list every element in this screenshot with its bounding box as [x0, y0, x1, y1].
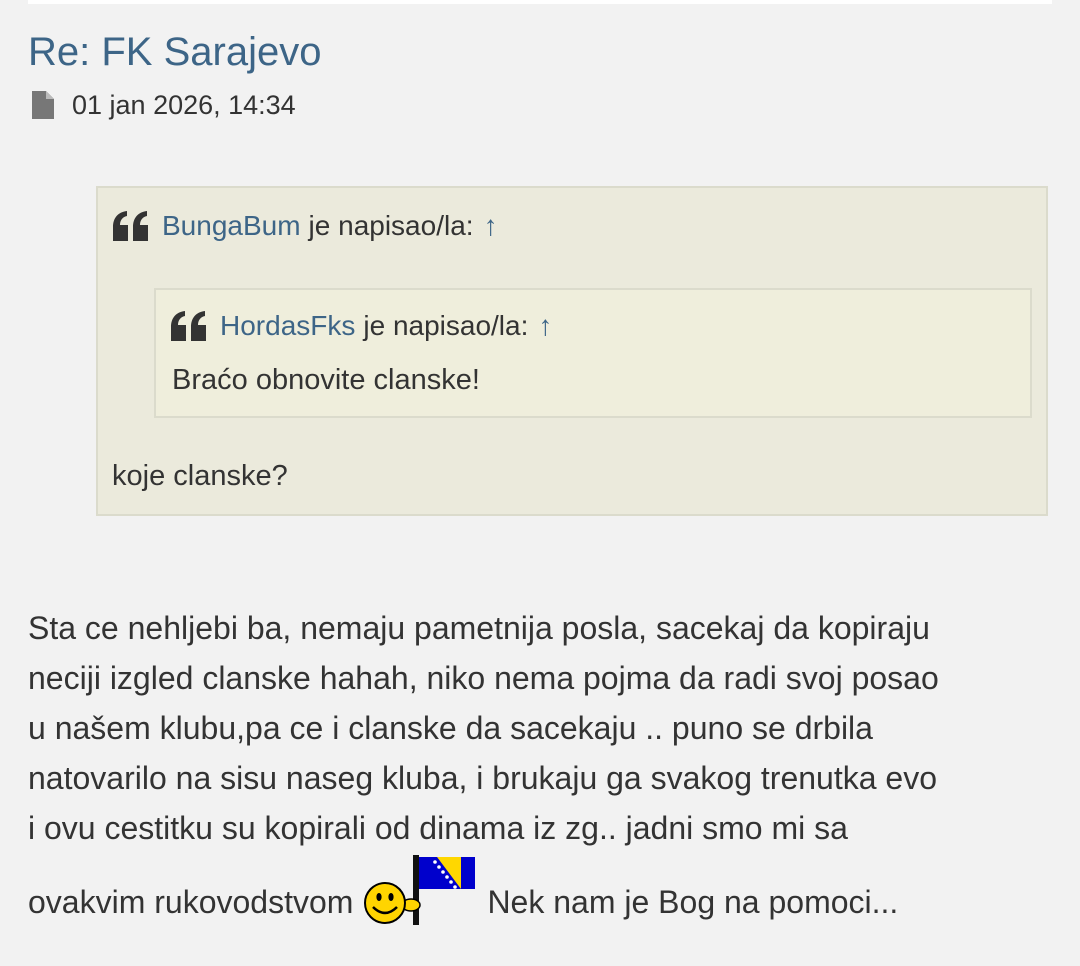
quote-text: koje clanske?: [112, 460, 288, 492]
quote-icon: [112, 210, 150, 242]
jump-to-post-arrow-icon[interactable]: ↑: [538, 310, 552, 342]
post-title[interactable]: Re: FK Sarajevo: [28, 28, 321, 76]
quote-block-outer: BungaBum je napisao/la: ↑ HordasFks je n…: [96, 186, 1048, 516]
post-text-fragment: Nek nam je Bog na pomoci...: [487, 884, 899, 920]
file-icon[interactable]: [30, 89, 56, 121]
quote-block-inner: HordasFks je napisao/la: ↑ Braćo obnovit…: [154, 288, 1032, 418]
quote-author-link[interactable]: BungaBum: [162, 210, 301, 242]
quote-header: BungaBum je napisao/la: ↑: [112, 210, 498, 242]
quote-wrote-label: je napisao/la:: [363, 310, 529, 341]
post-text-fragment: ovakvim rukovodstvom: [28, 884, 354, 920]
jump-to-post-arrow-icon[interactable]: ↑: [484, 210, 498, 242]
post-text-line: neciji izgled clanske hahah, niko nema p…: [28, 660, 939, 696]
quote-wrote-label: je napisao/la:: [308, 210, 474, 241]
post-date: 01 jan 2026, 14:34: [72, 89, 296, 120]
bosnia-flag-smiley-icon: [361, 853, 477, 929]
quote-text: Braćo obnovite clanske!: [172, 364, 480, 396]
post-meta: 01 jan 2026, 14:34: [30, 88, 296, 122]
post-page: Re: FK Sarajevo 01 jan 2026, 14:34 Bunga…: [0, 0, 1080, 966]
quote-header: HordasFks je napisao/la: ↑: [170, 310, 552, 342]
post-text-line: ovakvim rukovodstvom Nek nam je Bog na p…: [28, 853, 898, 929]
post-text-line: natovarilo na sisu naseg kluba, i brukaj…: [28, 760, 937, 796]
post-content: Sta ce nehljebi ba, nemaju pametnija pos…: [28, 603, 1058, 925]
quote-author-link[interactable]: HordasFks: [220, 310, 355, 342]
post-text-line: u našem klubu,pa ce i clanske da sacekaj…: [28, 710, 873, 746]
quote-icon: [170, 310, 208, 342]
post-text-line: Sta ce nehljebi ba, nemaju pametnija pos…: [28, 610, 930, 646]
post-text-line: i ovu cestitku su kopirali od dinama iz …: [28, 810, 848, 846]
post-divider: [28, 0, 1052, 4]
